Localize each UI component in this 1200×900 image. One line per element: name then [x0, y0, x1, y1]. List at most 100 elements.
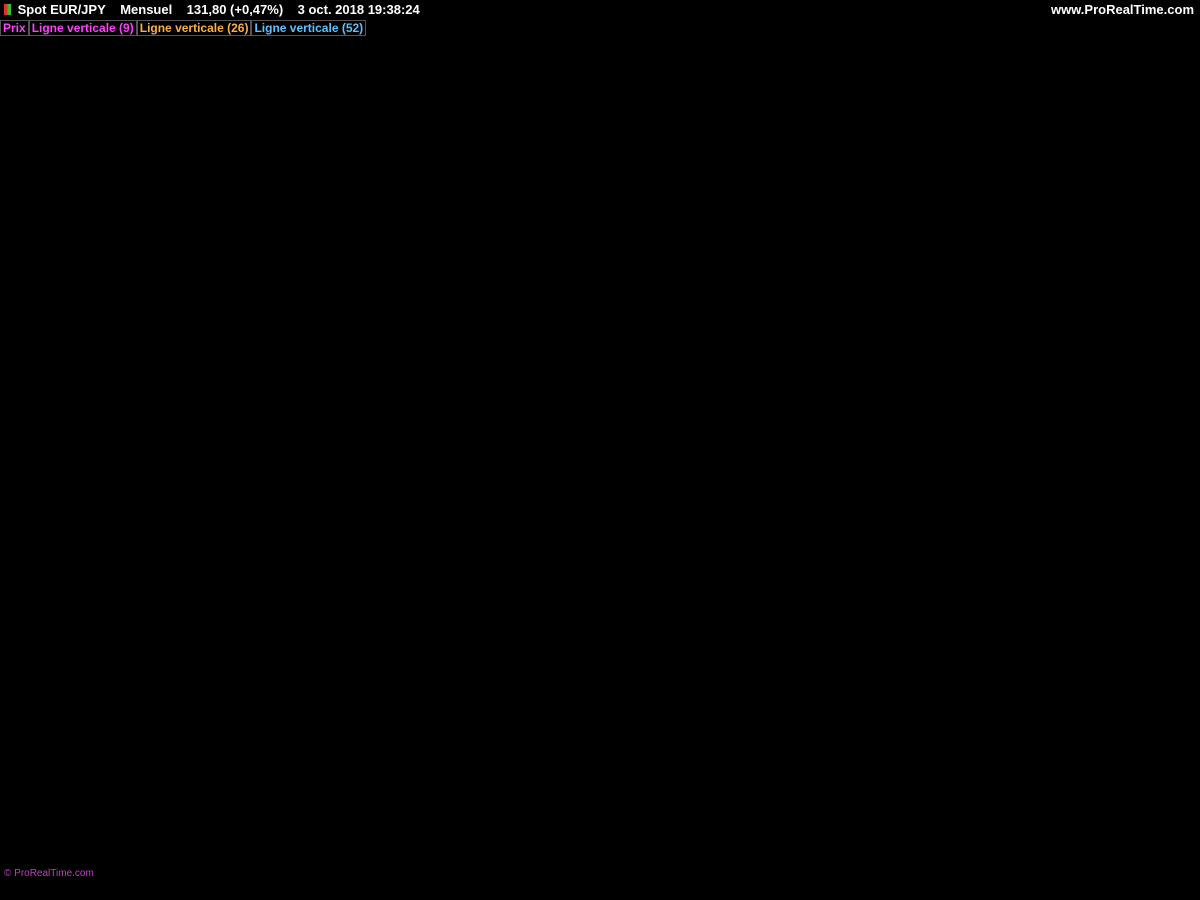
- y-tick-label-9: 145: [1150, 320, 1170, 334]
- x-tick-label-0: 2009: [22, 885, 49, 899]
- candle-body-105: [738, 589, 744, 601]
- candle-body-34: [238, 644, 244, 667]
- candle-body-1: [6, 184, 12, 240]
- candle-body-57: [400, 545, 406, 590]
- candle-body-81: [569, 469, 575, 513]
- candle-body-14: [97, 491, 103, 524]
- x-tick-label-5: 2014: [462, 885, 489, 899]
- candle-body-39: [273, 775, 279, 798]
- candle-body-87: [611, 447, 617, 470]
- candle-body-100: [703, 644, 709, 656]
- arrow-line: [486, 407, 525, 438]
- candle-body-75: [527, 381, 533, 393]
- candle-body-119: [837, 491, 843, 513]
- level-label-4: ssb w: [1098, 521, 1137, 537]
- trendline-2: [461, 312, 991, 443]
- legend-item-vline-26[interactable]: Ligne verticale (26): [136, 20, 252, 36]
- candle-body-101: [710, 644, 716, 656]
- candle-body-73: [513, 403, 519, 415]
- candle-body-50: [351, 819, 357, 831]
- candle-body-22: [154, 688, 160, 711]
- candle-body-38: [266, 732, 272, 776]
- tenkan-line: [0, 140, 894, 832]
- candle-body-46: [323, 732, 329, 798]
- candle-body-27: [189, 688, 195, 722]
- candle-body-74: [520, 392, 526, 404]
- candle-body-107: [752, 567, 758, 612]
- candle-body-8: [55, 491, 61, 601]
- price-label-box-2: [1142, 487, 1188, 503]
- y-tick-label-8: 140: [1150, 375, 1170, 389]
- y-tick-label-4: 120: [1150, 594, 1170, 608]
- candle-body-120: [844, 512, 850, 535]
- ichimoku-cloud: [0, 162, 1092, 755]
- period-label: Mensuel: [120, 2, 173, 17]
- candle-body-42: [295, 764, 301, 787]
- legend-item-vline-52[interactable]: Ligne verticale (52): [251, 20, 367, 36]
- level-label-3: ssb d: [1100, 495, 1137, 511]
- candle-body-6: [41, 359, 47, 513]
- chart-title: Spot EUR/JPY Mensuel 131,80 (+0,47%) 3 o…: [4, 2, 420, 17]
- site-label: www.ProRealTime.com: [1050, 2, 1194, 17]
- range-box: [386, 298, 1141, 668]
- candle-body-41: [288, 754, 294, 765]
- candle-body-51: [358, 786, 364, 820]
- x-tick-label-9: 2018: [814, 885, 841, 899]
- candle-body-102: [717, 578, 723, 645]
- y-tick-label-14: 170: [1150, 46, 1170, 60]
- x-tick-label-11: 2020: [990, 885, 1017, 899]
- y-tick-label-11: 155: [1150, 210, 1170, 224]
- candle-body-28: [196, 655, 202, 689]
- price-label-2: 129,64: [1145, 491, 1180, 503]
- candle-body-114: [802, 447, 808, 481]
- candle-body-93: [654, 545, 660, 579]
- y-tick-label-13: 165: [1150, 101, 1170, 115]
- candle-body-66: [464, 337, 470, 393]
- candle-body-47: [330, 797, 336, 842]
- price-label-3: 127,93: [1145, 509, 1179, 521]
- candle-body-123: [865, 502, 871, 504]
- chikou-line: [0, 354, 635, 834]
- price-label-box-4: [1141, 536, 1199, 560]
- candle-body-59: [414, 491, 420, 513]
- candle-body-106: [745, 600, 751, 612]
- plot-background: [0, 0, 1140, 880]
- candle-body-13: [90, 480, 96, 524]
- candle-body-92: [647, 523, 653, 579]
- candle-body-97: [682, 655, 688, 667]
- candle-body-84: [590, 425, 596, 448]
- highlight-circle: [455, 419, 490, 454]
- candle-body-20: [140, 578, 146, 645]
- legend-item-prix[interactable]: Prix: [0, 20, 29, 36]
- candle-body-56: [393, 578, 399, 590]
- y-tick-label-2: 110: [1150, 703, 1169, 717]
- candle-body-116: [816, 425, 822, 459]
- candle-body-85: [597, 425, 603, 437]
- y-tick-label-10: 150: [1150, 265, 1170, 279]
- candle-body-89: [626, 447, 632, 481]
- candle-body-9: [62, 491, 68, 513]
- candle-body-55: [386, 578, 392, 601]
- candle-body-122: [858, 502, 864, 524]
- candle-body-88: [618, 447, 624, 470]
- candle-body-43: [302, 754, 308, 787]
- datetime-label: 3 oct. 2018 19:38:24: [297, 2, 420, 17]
- candle-body-64: [449, 425, 455, 459]
- legend-item-vline-9[interactable]: Ligne verticale (9): [28, 20, 137, 36]
- price-chart[interactable]: résistance en extension 100 105 110 115 120 1…: [0, 0, 1200, 900]
- candle-body-104: [731, 567, 737, 590]
- candle-body-78: [548, 315, 554, 327]
- x-tick-label-6: 2015: [550, 885, 577, 899]
- candle-body-67: [471, 337, 477, 382]
- candle-body-48: [337, 841, 343, 853]
- price-label-1: 131,06: [1145, 475, 1179, 487]
- candle-body-118: [830, 469, 836, 492]
- candle-body-77: [541, 315, 547, 393]
- y-tick-label-1: 105: [1150, 758, 1170, 772]
- x-tick-label-12: 2021: [1078, 885, 1105, 899]
- candle-body-21: [147, 644, 153, 689]
- candle-body-31: [217, 677, 223, 711]
- candle-body-113: [795, 458, 801, 481]
- y-tick-label-3: 115: [1150, 648, 1169, 662]
- candle-body-5: [34, 184, 40, 360]
